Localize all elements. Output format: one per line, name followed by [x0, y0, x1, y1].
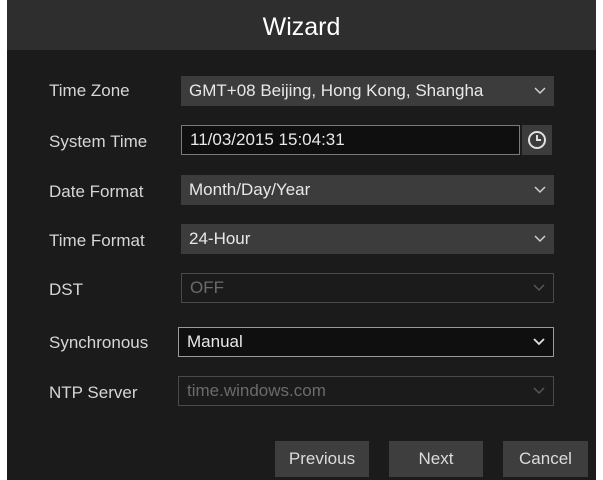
cancel-button[interactable]: Cancel: [503, 441, 588, 477]
dst-label: DST: [49, 280, 83, 299]
ntp-server-label: NTP Server: [49, 383, 138, 402]
dst-value: OFF: [190, 278, 224, 297]
synchronous-select[interactable]: Manual: [178, 327, 554, 357]
ntp-server-value: time.windows.com: [187, 381, 326, 400]
time-zone-select[interactable]: GMT+08 Beijing, Hong Kong, Shangha: [181, 76, 554, 106]
time-format-select[interactable]: 24-Hour: [181, 224, 554, 254]
clock-button[interactable]: [522, 125, 552, 155]
chevron-down-icon: [533, 274, 545, 302]
next-button[interactable]: Next: [389, 441, 483, 477]
system-time-input[interactable]: 11/03/2015 15:04:31: [181, 125, 520, 155]
ntp-server-select: time.windows.com: [178, 376, 554, 406]
wizard-dialog: Wizard Time Zone GMT+08 Beijing, Hong Ko…: [7, 0, 596, 480]
time-format-label: Time Format: [49, 231, 145, 250]
clock-icon: [528, 131, 546, 149]
time-format-value: 24-Hour: [189, 229, 251, 248]
chevron-down-icon: [534, 224, 546, 254]
dst-select: OFF: [181, 273, 554, 303]
dialog-title: Wizard: [7, 0, 596, 50]
date-format-label: Date Format: [49, 182, 144, 201]
synchronous-label: Synchronous: [49, 333, 149, 352]
time-zone-label: Time Zone: [49, 81, 130, 100]
system-time-label: System Time: [49, 132, 148, 151]
chevron-down-icon: [533, 377, 545, 405]
previous-button[interactable]: Previous: [275, 441, 369, 477]
synchronous-value: Manual: [187, 332, 243, 351]
time-zone-value: GMT+08 Beijing, Hong Kong, Shangha: [189, 81, 484, 100]
chevron-down-icon: [534, 175, 546, 205]
chevron-down-icon: [533, 328, 545, 356]
system-time-value: 11/03/2015 15:04:31: [190, 130, 345, 149]
chevron-down-icon: [534, 76, 546, 106]
date-format-value: Month/Day/Year: [189, 180, 311, 199]
date-format-select[interactable]: Month/Day/Year: [181, 175, 554, 205]
